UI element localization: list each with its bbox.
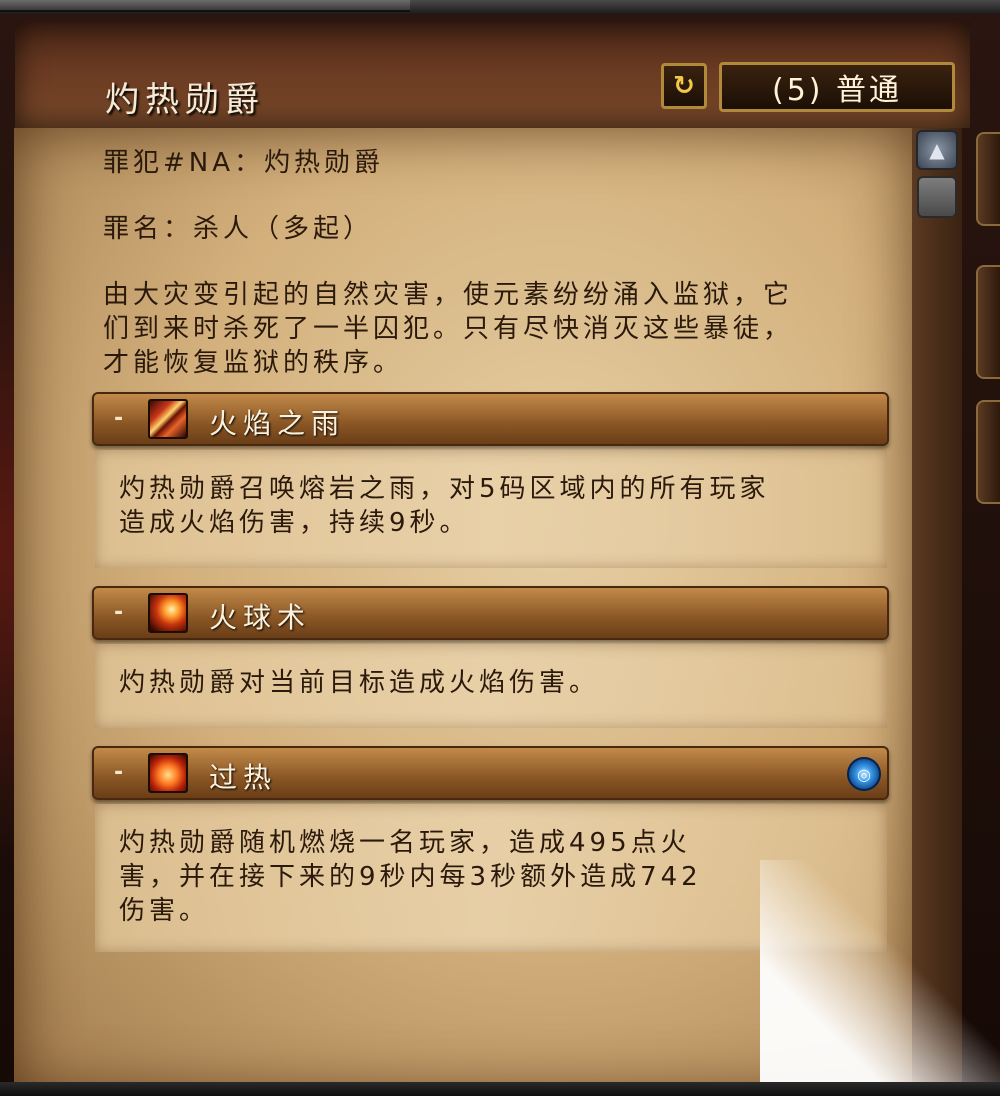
ability-header-rain-of-fire[interactable]: - 火焰之雨 [92,392,889,446]
reset-button[interactable]: ↻ [661,63,707,109]
ability-description-line: 灼热勋爵对当前目标造成火焰伤害。 [119,668,600,698]
refresh-icon: ↻ [673,71,695,101]
intro-description-line: 由大灾变引起的自然灾害，使元素纷纷涌入监狱，它 [103,280,794,310]
scroll-thumb[interactable] [917,176,957,218]
ability-description-line: 伤害。 [119,896,210,926]
ability-description-line: 造成火焰伤害，持续9秒。 [119,508,470,538]
side-tab-1[interactable] [976,132,1000,226]
collapse-toggle[interactable]: - [114,760,123,785]
ability-name: 火球术 [209,601,312,634]
ability-name: 过热 [209,761,278,794]
side-tab-3[interactable] [976,400,1000,504]
prisoner-line: 罪犯#NA：灼热勋爵 [103,148,385,178]
ability-header-fireball[interactable]: - 火球术 [92,586,889,640]
scroll-up-button[interactable]: ▲ [916,130,958,170]
overheat-icon [148,753,188,793]
rain-of-fire-icon [148,399,188,439]
ability-name: 火焰之雨 [209,407,346,440]
scroll-up-icon: ▲ [929,138,945,162]
top-tab[interactable] [0,0,410,12]
bottom-bar [0,1082,1000,1096]
ability-description-line: 灼热勋爵随机燃烧一名玩家，造成495点火 [119,828,691,858]
difficulty-button[interactable]: (5) 普通 [719,62,955,112]
top-bar [0,0,1000,14]
intro-description-line: 才能恢复监狱的秩序。 [103,348,404,378]
ability-body-fireball: 灼热勋爵对当前目标造成火焰伤害。 [95,644,887,728]
fireball-icon [148,593,188,633]
ability-description-line: 灼热勋爵召唤熔岩之雨，对5码区域内的所有玩家 [119,474,770,504]
ability-header-overheat[interactable]: - 过热 ◎ [92,746,889,800]
ability-description-line: 害，并在接下来的9秒内每3秒额外造成742 [119,862,702,892]
page-title: 灼热勋爵 [105,80,265,120]
side-tab-2[interactable] [976,265,1000,379]
magic-effect-icon[interactable]: ◎ [847,757,881,791]
ability-body-rain-of-fire: 灼热勋爵召唤熔岩之雨，对5码区域内的所有玩家 造成火焰伤害，持续9秒。 [95,450,887,568]
intro-description-line: 们到来时杀死了一半囚犯。只有尽快消灭这些暴徒， [103,314,794,344]
collapse-toggle[interactable]: - [114,406,123,431]
corner-fade [760,860,1000,1096]
collapse-toggle[interactable]: - [114,600,123,625]
crime-line: 罪名：杀人（多起） [103,214,374,244]
